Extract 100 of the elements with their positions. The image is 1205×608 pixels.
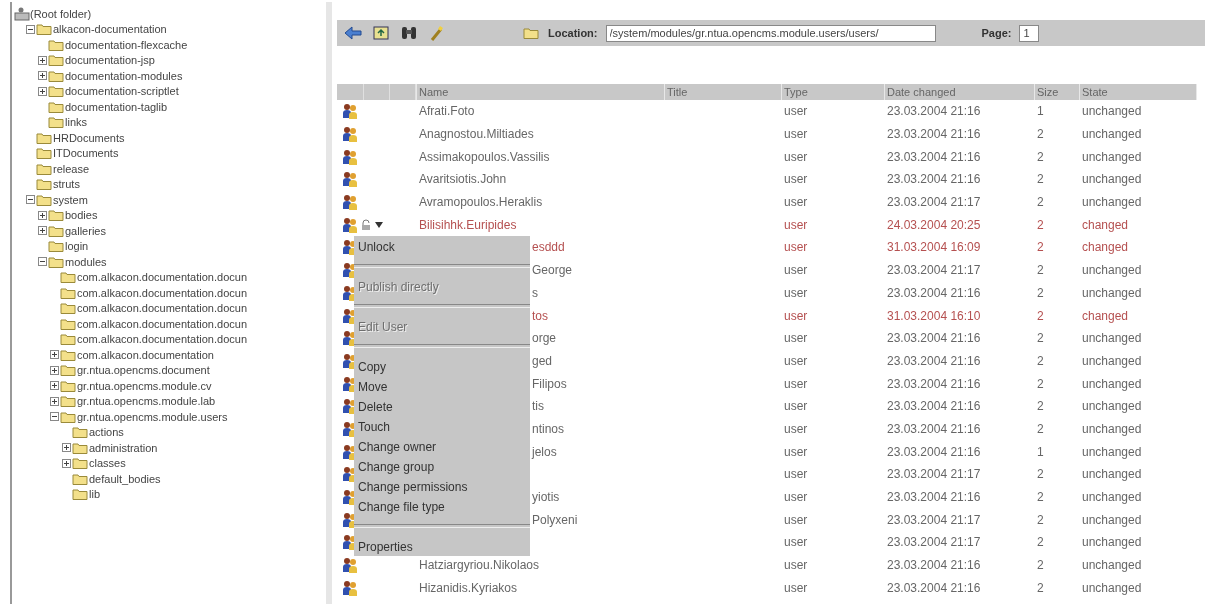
tree-item[interactable]: system <box>53 193 88 206</box>
expand-icon[interactable] <box>38 71 47 81</box>
table-cell[interactable]: yiotis <box>532 490 560 505</box>
table-cell[interactable]: ged <box>532 353 553 368</box>
column-header[interactable]: Date changed <box>885 84 1035 100</box>
page-field[interactable]: 1 <box>1019 24 1040 42</box>
menu-item[interactable]: Change owner <box>354 436 530 457</box>
table-cell[interactable]: Avaritsiotis.John <box>419 172 507 187</box>
tree-item[interactable]: documentation-jsp <box>65 54 155 67</box>
table-cell[interactable]: Hizanidis.Kyriakos <box>419 580 518 595</box>
collapse-icon[interactable] <box>38 257 47 267</box>
table-cell: 2 <box>1037 421 1044 436</box>
table-cell[interactable]: Afrati.Foto <box>419 104 475 119</box>
expand-icon[interactable] <box>62 458 71 468</box>
tree-item[interactable]: galleries <box>65 224 106 237</box>
tree-item[interactable]: default_bodies <box>89 472 161 485</box>
tree-item[interactable]: classes <box>89 457 126 470</box>
tree-item[interactable]: ITDocuments <box>53 147 119 160</box>
tree-item[interactable]: com.alkacon.documentation.docun <box>77 302 247 315</box>
expand-icon[interactable] <box>62 443 71 453</box>
table-cell[interactable]: George <box>532 263 573 278</box>
folder-icon <box>48 224 64 237</box>
expand-icon[interactable] <box>50 365 59 375</box>
tree-item[interactable]: actions <box>89 426 124 439</box>
collapse-icon[interactable] <box>26 24 35 34</box>
tree-item[interactable]: modules <box>65 255 107 268</box>
menu-item[interactable]: Unlock <box>354 236 530 257</box>
collapse-icon[interactable] <box>50 412 59 422</box>
location-field[interactable]: /system/modules/gr.ntua.opencms.module.users/users/ <box>605 24 936 42</box>
table-cell: user <box>784 149 808 164</box>
tree-item[interactable]: gr.ntua.opencms.module.cv <box>77 379 212 392</box>
menu-item[interactable]: Change group <box>354 456 530 477</box>
tree-item[interactable]: HRDocuments <box>53 131 125 144</box>
tree-item[interactable]: gr.ntua.opencms.document <box>77 364 210 377</box>
tree-item[interactable]: documentation-modules <box>65 69 183 82</box>
table-cell[interactable]: Avramopoulos.Heraklis <box>419 195 543 210</box>
table-cell[interactable]: orge <box>532 331 557 346</box>
tree-item[interactable]: documentation-taglib <box>65 100 168 113</box>
folder-up-icon[interactable] <box>371 24 391 42</box>
menu-item[interactable]: Change permissions <box>354 476 530 497</box>
table-cell[interactable]: jelos <box>532 444 557 459</box>
menu-item[interactable]: Delete <box>354 396 530 417</box>
tree-item[interactable]: com.alkacon.documentation.docun <box>77 333 247 346</box>
menu-item[interactable]: Properties <box>354 536 530 557</box>
tree-item[interactable]: administration <box>89 441 158 454</box>
table-cell: unchanged <box>1082 104 1142 119</box>
menu-item[interactable]: Move <box>354 376 530 397</box>
tree-item[interactable]: release <box>53 162 90 175</box>
tree-item[interactable]: struts <box>53 178 80 191</box>
table-cell[interactable]: Filipos <box>532 376 567 391</box>
expand-icon[interactable] <box>38 55 47 65</box>
expand-icon[interactable] <box>50 381 59 391</box>
column-header[interactable]: Name <box>417 84 665 100</box>
table-cell: 2 <box>1037 263 1044 278</box>
collapse-icon[interactable] <box>26 195 35 205</box>
tree-item[interactable]: com.alkacon.documentation.docun <box>77 286 247 299</box>
tree-item[interactable]: bodies <box>65 209 98 222</box>
table-cell[interactable]: Hatziargyriou.Nikolaos <box>419 558 540 573</box>
tree-item[interactable]: com.alkacon.documentation <box>77 348 214 361</box>
expand-icon[interactable] <box>50 350 59 360</box>
table-cell[interactable]: Bilisihhk.Euripides <box>419 217 517 232</box>
column-header[interactable]: Type <box>782 84 885 100</box>
table-cell: user <box>784 331 808 346</box>
caret-icon[interactable] <box>375 220 383 229</box>
tree-item[interactable]: documentation-scriptlet <box>65 85 179 98</box>
table-cell[interactable]: Anagnostou.Miltiades <box>419 127 534 142</box>
expand-icon[interactable] <box>38 86 47 96</box>
tree-item[interactable]: lib <box>89 488 100 501</box>
tree-item[interactable]: com.alkacon.documentation.docun <box>77 271 247 284</box>
tree-item[interactable]: links <box>65 116 87 129</box>
menu-item[interactable]: Copy <box>354 356 530 377</box>
tree-item[interactable]: alkacon-documentation <box>53 23 167 36</box>
table-cell[interactable]: ntinos <box>532 421 565 436</box>
table-cell[interactable]: esddd <box>532 240 565 255</box>
table-cell[interactable]: Assimakopoulos.Vassilis <box>419 149 550 164</box>
column-header[interactable]: Size <box>1035 84 1080 100</box>
tree-item[interactable]: (Root folder) <box>30 7 92 20</box>
table-cell[interactable]: tos <box>532 308 548 323</box>
table-cell: 23.03.2004 21:16 <box>887 421 981 436</box>
table-cell[interactable]: s <box>532 285 538 300</box>
table-cell[interactable]: tis <box>532 399 544 414</box>
table-cell: 1 <box>1037 444 1044 459</box>
expand-icon[interactable] <box>38 210 47 220</box>
back-arrow-icon[interactable] <box>343 24 363 42</box>
table-cell: 23.03.2004 21:16 <box>887 580 981 595</box>
menu-item[interactable]: Touch <box>354 416 530 437</box>
tree-item[interactable]: com.alkacon.documentation.docun <box>77 317 247 330</box>
binoculars-icon[interactable] <box>399 24 419 42</box>
tree-item[interactable]: documentation-flexcache <box>65 38 188 51</box>
table-cell[interactable]: Polyxeni <box>532 512 578 527</box>
tree-item[interactable]: login <box>65 240 89 253</box>
column-header[interactable]: Title <box>665 84 782 100</box>
page-label: Page: <box>981 27 1012 39</box>
table-cell: unchanged <box>1082 399 1142 414</box>
menu-item[interactable]: Change file type <box>354 496 530 517</box>
expand-icon[interactable] <box>50 396 59 406</box>
column-header[interactable]: State <box>1080 84 1197 100</box>
tree-item[interactable]: gr.ntua.opencms.module.lab <box>77 395 216 408</box>
expand-icon[interactable] <box>38 226 47 236</box>
tree-item[interactable]: gr.ntua.opencms.module.users <box>77 410 228 423</box>
